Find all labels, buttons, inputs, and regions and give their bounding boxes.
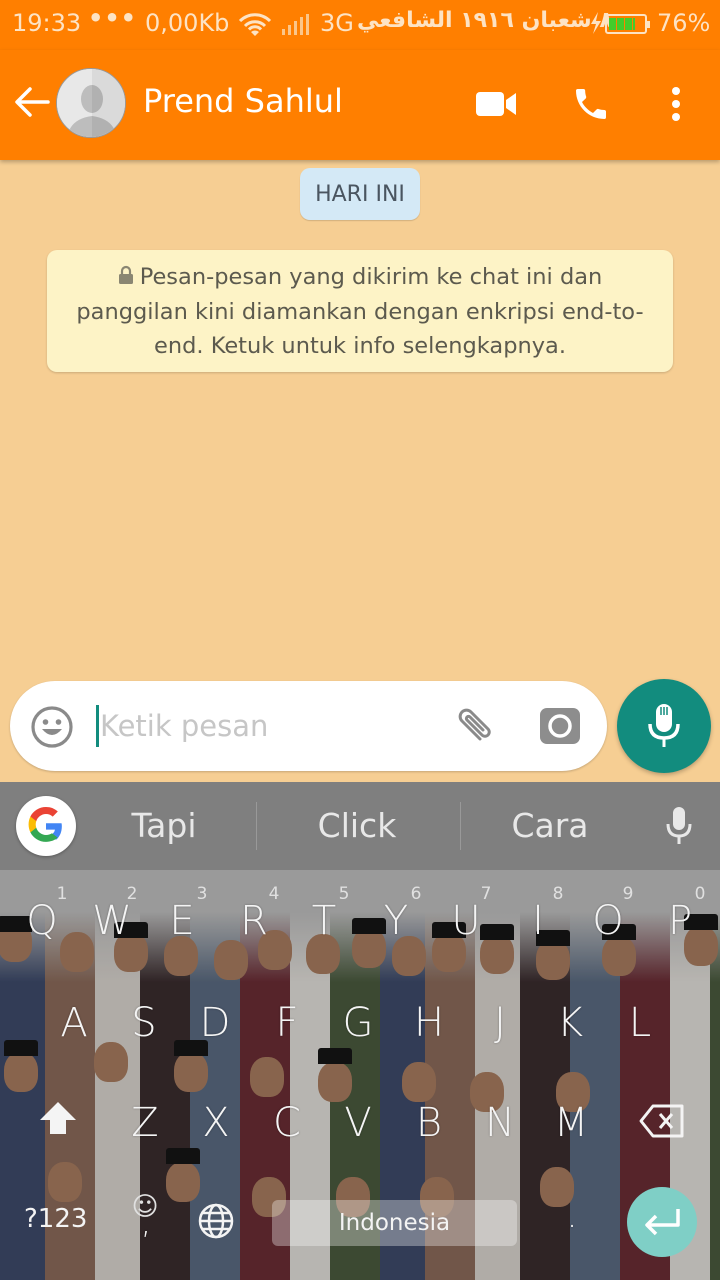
- key-c[interactable]: C: [265, 1100, 309, 1146]
- status-time: 19:33: [12, 9, 82, 37]
- lock-icon: [118, 261, 134, 295]
- google-g-icon: [28, 807, 62, 842]
- microphone-icon: [648, 704, 680, 747]
- key-s[interactable]: S: [122, 1000, 166, 1046]
- key-p[interactable]: P: [658, 898, 702, 944]
- microphone-icon: [666, 807, 692, 844]
- key-t[interactable]: T: [302, 898, 346, 944]
- key-e[interactable]: E: [160, 898, 204, 944]
- back-button[interactable]: [14, 84, 50, 120]
- paperclip-icon: [458, 708, 491, 741]
- comma-key[interactable]: ,: [134, 1202, 158, 1242]
- signal-icon: [282, 14, 310, 42]
- video-camera-icon: [476, 92, 516, 116]
- key-a[interactable]: A: [52, 1000, 96, 1046]
- symbols-key[interactable]: ?123: [24, 1204, 87, 1234]
- arrow-left-icon: [15, 87, 50, 117]
- date-chip: HARI INI: [300, 168, 420, 220]
- language-key[interactable]: [196, 1202, 236, 1250]
- contact-name[interactable]: Prend Sahlul: [143, 82, 343, 120]
- key-v[interactable]: V: [336, 1100, 380, 1146]
- encryption-notice[interactable]: Pesan-pesan yang dikirim ke chat ini dan…: [47, 250, 673, 372]
- smiley-icon: [31, 706, 73, 748]
- chat-header: Prend Sahlul: [0, 50, 720, 160]
- key-d[interactable]: D: [193, 1000, 237, 1046]
- space-key[interactable]: Indonesia: [272, 1200, 517, 1246]
- hijri-date: ٨ شعبان ١٩١٦ الشافعي: [357, 8, 613, 33]
- key-k[interactable]: K: [548, 1000, 592, 1046]
- key-j[interactable]: J: [478, 1000, 522, 1046]
- video-call-button[interactable]: [472, 80, 520, 128]
- key-m[interactable]: M: [549, 1100, 593, 1146]
- voice-message-button[interactable]: [617, 679, 711, 773]
- default-avatar-icon: [57, 69, 125, 137]
- suggestion-3[interactable]: Cara: [475, 802, 625, 850]
- enter-arrow-icon: [645, 1209, 680, 1236]
- key-g[interactable]: G: [336, 1000, 380, 1046]
- period-key[interactable]: .: [560, 1196, 584, 1236]
- key-u[interactable]: U: [444, 898, 488, 944]
- key-f[interactable]: F: [265, 1000, 309, 1046]
- battery-tip: [647, 21, 650, 28]
- attach-button[interactable]: [450, 703, 496, 753]
- key-r[interactable]: R: [232, 898, 276, 944]
- suggestion-2[interactable]: Click: [270, 802, 444, 850]
- key-i[interactable]: I: [516, 898, 560, 944]
- shift-key[interactable]: [38, 1100, 78, 1146]
- key-y[interactable]: Y: [374, 898, 418, 944]
- keyboard-voice-button[interactable]: [664, 806, 694, 850]
- battery-level: [609, 18, 635, 30]
- emoji-button[interactable]: [30, 705, 74, 753]
- key-q[interactable]: Q: [20, 898, 64, 944]
- phone-icon: [576, 89, 606, 119]
- message-input[interactable]: [100, 703, 430, 749]
- more-vertical-icon: [672, 87, 680, 121]
- network-speed: 0,00Kb: [145, 9, 230, 37]
- enter-key[interactable]: [627, 1187, 697, 1257]
- shift-arrow-icon: [40, 1102, 76, 1134]
- key-l[interactable]: L: [618, 1000, 662, 1046]
- key-x[interactable]: X: [194, 1100, 238, 1146]
- notification-dots: •••: [88, 4, 138, 32]
- voice-call-button[interactable]: [567, 80, 615, 128]
- suggestion-strip: Tapi Click Cara: [0, 782, 720, 870]
- google-search-button[interactable]: [16, 796, 76, 856]
- key-z[interactable]: Z: [123, 1100, 167, 1146]
- suggestion-divider: [256, 802, 257, 850]
- key-h[interactable]: H: [407, 1000, 451, 1046]
- text-cursor: [96, 705, 99, 747]
- charging-icon: [589, 10, 603, 42]
- encryption-notice-text: Pesan-pesan yang dikirim ke chat ini dan…: [76, 264, 644, 359]
- key-n[interactable]: N: [478, 1100, 522, 1146]
- camera-button[interactable]: [540, 706, 580, 750]
- suggestion-1[interactable]: Tapi: [92, 802, 236, 850]
- key-w[interactable]: W: [90, 898, 134, 944]
- key-o[interactable]: O: [586, 898, 630, 944]
- wifi-icon: [238, 12, 272, 44]
- camera-icon: [540, 708, 580, 744]
- battery-percent: 76%: [657, 9, 711, 37]
- backspace-icon: [639, 1104, 684, 1138]
- network-type: 3G: [320, 9, 354, 37]
- contact-avatar[interactable]: [56, 68, 126, 138]
- suggestion-divider: [460, 802, 461, 850]
- message-composer: [10, 681, 607, 771]
- globe-icon: [198, 1203, 234, 1239]
- more-options-button[interactable]: [652, 80, 700, 128]
- keyboard: Tapi Click Cara 1Q2W3E4R5T6Y7U8I9O0P ASD…: [0, 782, 720, 1280]
- backspace-key[interactable]: [638, 1102, 686, 1148]
- status-bar: 19:33 ••• 0,00Kb 3G ٨ شعبان ١٩١٦ الشافعي…: [0, 0, 720, 50]
- key-b[interactable]: B: [407, 1100, 451, 1146]
- battery-icon: [605, 14, 650, 34]
